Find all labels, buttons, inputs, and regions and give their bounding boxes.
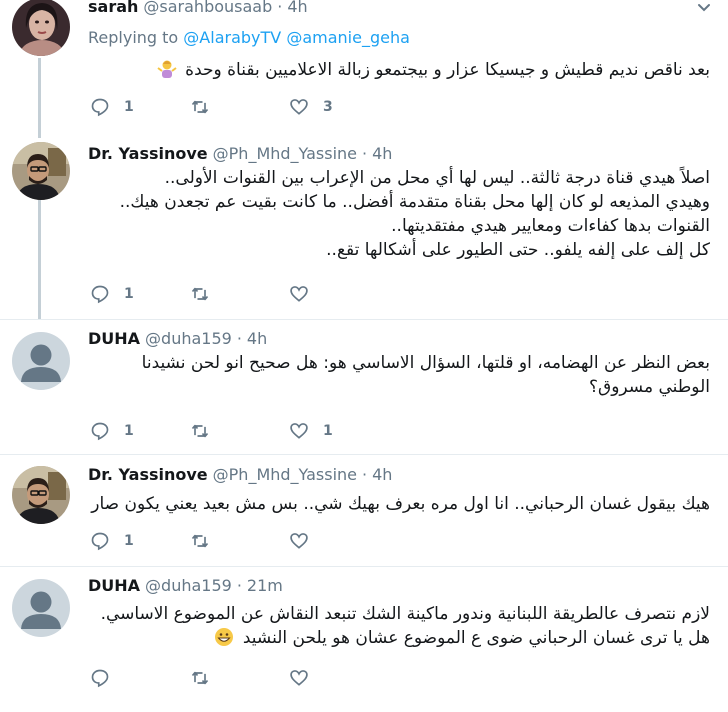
tweet-text-line: الوطني مسروق؟: [589, 377, 710, 397]
like-count: 3: [323, 99, 333, 115]
handle[interactable]: @duha159: [145, 576, 232, 595]
retweet-icon: [191, 424, 209, 438]
tweet-text-line: بعد ناقص نديم قطيش و جيسيكا عزار و بيجتم…: [90, 58, 710, 82]
mention-link[interactable]: @amanie_geha: [286, 28, 410, 47]
tweet-text: لازم نتصرف عالطريقة اللبنانية وندور ماكي…: [90, 602, 710, 650]
tweet-text: بعد ناقص نديم قطيش و جيسيكا عزار و بيجتم…: [90, 58, 710, 82]
tweet-text-line-content: بعد ناقص نديم قطيش و جيسيكا عزار و بيجتم…: [185, 60, 710, 80]
handle[interactable]: @Ph_Mhd_Yassine: [213, 144, 357, 163]
replying-to: Replying to @AlarabyTV @amanie_geha: [88, 28, 410, 47]
timestamp[interactable]: 4h: [372, 465, 392, 484]
avatar[interactable]: [12, 332, 70, 390]
display-name[interactable]: DUHA: [88, 576, 140, 595]
heart-icon: [290, 533, 308, 549]
display-name[interactable]: Dr. Yassinove: [88, 465, 208, 484]
retweet-icon: [191, 671, 209, 685]
dot-separator: ·: [277, 0, 283, 16]
tweet[interactable]: sarah @sarahbousaab · 4h Replying to @Al…: [0, 0, 728, 135]
tweet-text-line: لازم نتصرف عالطريقة اللبنانية وندور ماكي…: [100, 604, 710, 624]
retweet-icon: [191, 287, 209, 301]
tweet-header: DUHA @duha159 · 21m: [88, 576, 283, 595]
dot-separator: ·: [236, 576, 242, 595]
tweet[interactable]: Dr. Yassinove @Ph_Mhd_Yassine · 4h اصلاً…: [0, 138, 728, 319]
tweet-text-line: اصلاً هيدي قناة درجة ثالثة.. ليس لها أي …: [164, 168, 710, 188]
reply-icon: [91, 422, 109, 441]
replying-to-label: Replying to: [88, 28, 179, 47]
timestamp[interactable]: 4h: [247, 329, 267, 348]
retweet-button[interactable]: [190, 530, 224, 552]
tweet-text-line: كل إلف على إلفه يلفو.. حتى الطيور على أش…: [326, 240, 710, 260]
tweet[interactable]: DUHA @duha159 · 4h بعض النظر عن الهضامه،…: [0, 320, 728, 454]
reply-count: 1: [124, 286, 134, 302]
display-name[interactable]: DUHA: [88, 329, 140, 348]
avatar[interactable]: [12, 0, 70, 56]
tweet-text-line: بعض النظر عن الهضامه، او قلتها، السؤال ا…: [141, 353, 710, 373]
dot-separator: ·: [362, 144, 368, 163]
retweet-icon: [191, 534, 209, 548]
timestamp[interactable]: 4h: [287, 0, 307, 16]
reply-button[interactable]: 1: [90, 530, 134, 552]
handle[interactable]: @sarahbousaab: [143, 0, 272, 16]
mention-link[interactable]: @AlarabyTV: [183, 28, 281, 47]
handle[interactable]: @duha159: [145, 329, 232, 348]
like-button[interactable]: [289, 530, 323, 552]
tweet-text-line: وهيدي المذيعه لو كان إلها محل بقناة متقد…: [119, 192, 710, 212]
heart-icon: [290, 99, 308, 115]
grinning-face-emoji-icon: [215, 628, 234, 646]
tweet-text-line: هل يا ترى غسان الرحباني ضوى ع الموضوع عش…: [90, 626, 710, 650]
like-button[interactable]: [289, 283, 323, 305]
dot-separator: ·: [362, 465, 368, 484]
tweet-text-line: القنوات بدها كفاءات ومعايير هيدي مفتقديت…: [391, 216, 710, 236]
timestamp[interactable]: 21m: [247, 576, 283, 595]
like-count: 1: [323, 423, 333, 439]
tweet-text: اصلاً هيدي قناة درجة ثالثة.. ليس لها أي …: [90, 166, 710, 262]
like-button[interactable]: [289, 667, 323, 689]
heart-icon: [290, 286, 308, 302]
woman-shrugging-emoji-icon: [157, 60, 177, 78]
tweet-header: DUHA @duha159 · 4h: [88, 329, 267, 348]
timestamp[interactable]: 4h: [372, 144, 392, 163]
display-name[interactable]: sarah: [88, 0, 138, 16]
retweet-button[interactable]: [190, 420, 224, 442]
display-name[interactable]: Dr. Yassinove: [88, 144, 208, 163]
tweet-text: بعض النظر عن الهضامه، او قلتها، السؤال ا…: [90, 351, 710, 399]
heart-icon: [290, 423, 308, 439]
reply-button[interactable]: 1: [90, 420, 134, 442]
tweet-header: sarah @sarahbousaab · 4h: [88, 0, 308, 16]
retweet-icon: [191, 100, 209, 114]
avatar[interactable]: [12, 142, 70, 200]
tweet-text-line-content: هل يا ترى غسان الرحباني ضوى ع الموضوع عش…: [242, 628, 710, 648]
reply-count: 1: [124, 99, 134, 115]
tweet-header: Dr. Yassinove @Ph_Mhd_Yassine · 4h: [88, 465, 392, 484]
reply-icon: [91, 532, 109, 551]
tweet[interactable]: Dr. Yassinove @Ph_Mhd_Yassine · 4h هيك ب…: [0, 455, 728, 566]
retweet-button[interactable]: [190, 283, 224, 305]
tweet-text: هيك بيقول غسان الرحباني.. انا اول مره بع…: [90, 492, 710, 516]
reply-button[interactable]: 1: [90, 96, 134, 118]
like-button[interactable]: 3: [289, 96, 333, 118]
chevron-down-icon[interactable]: [696, 0, 712, 16]
reply-icon: [91, 98, 109, 117]
tweet-text-line: هيك بيقول غسان الرحباني.. انا اول مره بع…: [91, 494, 710, 514]
reply-count: 1: [124, 533, 134, 549]
reply-icon: [91, 285, 109, 304]
reply-icon: [91, 669, 109, 688]
tweet[interactable]: DUHA @duha159 · 21m لازم نتصرف عالطريقة …: [0, 567, 728, 712]
handle[interactable]: @Ph_Mhd_Yassine: [213, 465, 357, 484]
heart-icon: [290, 670, 308, 686]
reply-button[interactable]: 1: [90, 283, 134, 305]
retweet-button[interactable]: [190, 96, 224, 118]
tweet-header: Dr. Yassinove @Ph_Mhd_Yassine · 4h: [88, 144, 392, 163]
retweet-button[interactable]: [190, 667, 224, 689]
avatar[interactable]: [12, 466, 70, 524]
reply-button[interactable]: [90, 667, 124, 689]
like-button[interactable]: 1: [289, 420, 333, 442]
avatar[interactable]: [12, 579, 70, 637]
dot-separator: ·: [236, 329, 242, 348]
reply-count: 1: [124, 423, 134, 439]
